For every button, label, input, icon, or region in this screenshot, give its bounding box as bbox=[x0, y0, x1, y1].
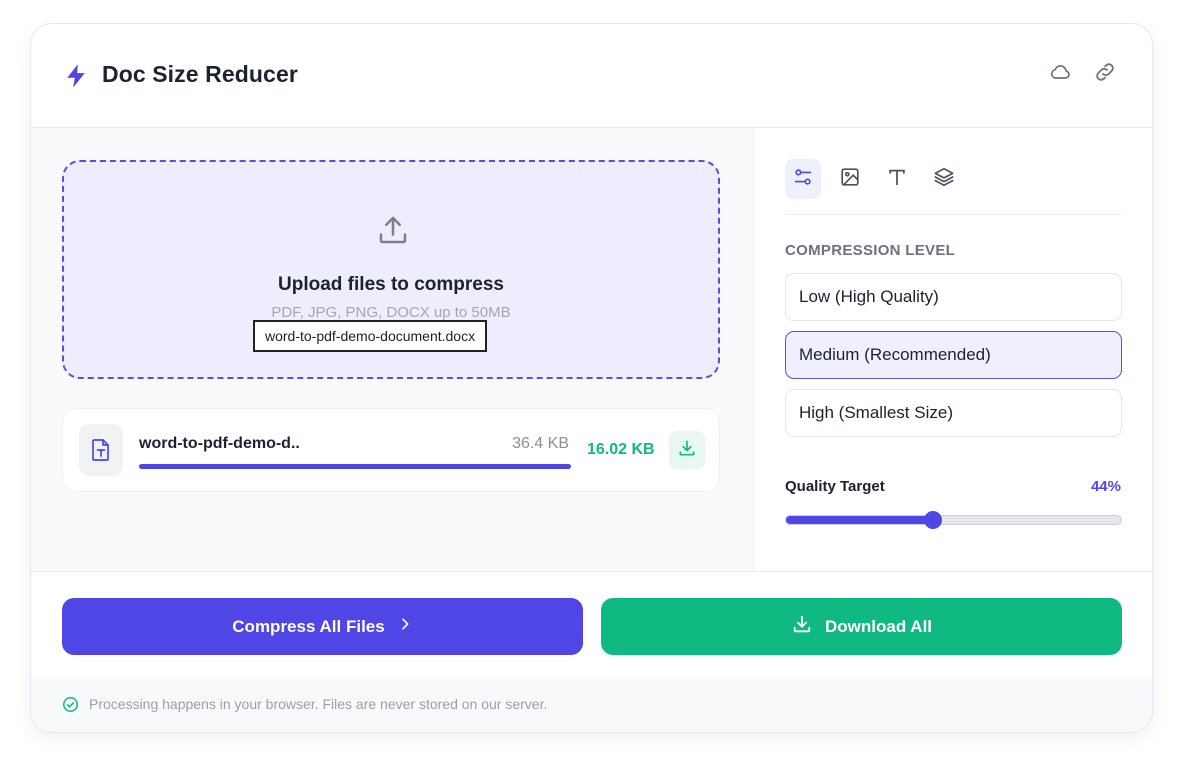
check-circle-icon bbox=[62, 696, 79, 713]
compression-option-high[interactable]: High (Smallest Size) bbox=[785, 389, 1122, 437]
file-compressed-size: 16.02 KB bbox=[587, 441, 655, 458]
quality-target-label: Quality Target bbox=[785, 478, 885, 495]
upload-subtitle: PDF, JPG, PNG, DOCX up to 50MB bbox=[271, 304, 511, 321]
file-original-size: 36.4 KB bbox=[512, 435, 569, 452]
privacy-note: Processing happens in your browser. File… bbox=[89, 696, 548, 712]
chevron-right-icon bbox=[397, 616, 413, 637]
cloud-icon bbox=[1048, 60, 1072, 89]
settings-tabs bbox=[785, 159, 1121, 215]
lightning-icon bbox=[62, 62, 90, 90]
files-panel: Upload files to compress PDF, JPG, PNG, … bbox=[31, 128, 753, 571]
app-card: Doc Size Reducer Upload files to compres… bbox=[30, 23, 1153, 733]
download-icon bbox=[677, 438, 697, 463]
app-title: Doc Size Reducer bbox=[102, 61, 298, 87]
download-file-button[interactable] bbox=[669, 431, 705, 469]
upload-dropzone[interactable]: Upload files to compress PDF, JPG, PNG, … bbox=[62, 160, 720, 379]
action-bar: Compress All Files Download All bbox=[31, 571, 1152, 677]
sliders-icon bbox=[792, 166, 814, 193]
privacy-footer: Processing happens in your browser. File… bbox=[31, 677, 1152, 732]
document-icon bbox=[79, 424, 123, 476]
tab-layers[interactable] bbox=[926, 159, 962, 199]
compression-level-label: COMPRESSION LEVEL bbox=[785, 242, 956, 259]
tab-text[interactable] bbox=[879, 159, 915, 199]
progress-fill bbox=[139, 464, 571, 469]
compression-option-low[interactable]: Low (High Quality) bbox=[785, 273, 1122, 321]
tab-sliders[interactable] bbox=[785, 159, 821, 199]
file-name: word-to-pdf-demo-d.. bbox=[139, 435, 300, 452]
quality-slider[interactable] bbox=[785, 511, 1122, 529]
download-icon bbox=[791, 613, 813, 640]
quality-slider-thumb[interactable] bbox=[924, 511, 943, 529]
selected-file-tooltip: word-to-pdf-demo-document.docx bbox=[253, 320, 488, 352]
layers-icon bbox=[933, 166, 955, 193]
link-icon bbox=[1093, 60, 1117, 89]
download-all-label: Download All bbox=[824, 616, 933, 636]
compress-all-label: Compress All Files bbox=[232, 616, 385, 636]
file-list-item: word-to-pdf-demo-d.. 36.4 KB 16.02 KB bbox=[62, 408, 720, 492]
link-button[interactable] bbox=[1091, 60, 1119, 88]
quality-target-value: 44% bbox=[1090, 478, 1121, 495]
compression-option-medium[interactable]: Medium (Recommended) bbox=[785, 331, 1122, 379]
upload-icon bbox=[375, 212, 411, 248]
image-icon bbox=[839, 166, 861, 193]
settings-panel: COMPRESSION LEVEL Low (High Quality) Med… bbox=[753, 128, 1152, 571]
quality-slider-fill bbox=[786, 516, 934, 524]
cloud-button[interactable] bbox=[1046, 60, 1074, 88]
download-all-button[interactable]: Download All bbox=[601, 598, 1122, 655]
text-icon bbox=[886, 166, 908, 193]
upload-title: Upload files to compress bbox=[278, 274, 504, 295]
app-header: Doc Size Reducer bbox=[31, 24, 1152, 128]
compress-all-button[interactable]: Compress All Files bbox=[62, 598, 583, 655]
compression-progress-bar bbox=[139, 464, 571, 469]
tab-image[interactable] bbox=[832, 159, 868, 199]
